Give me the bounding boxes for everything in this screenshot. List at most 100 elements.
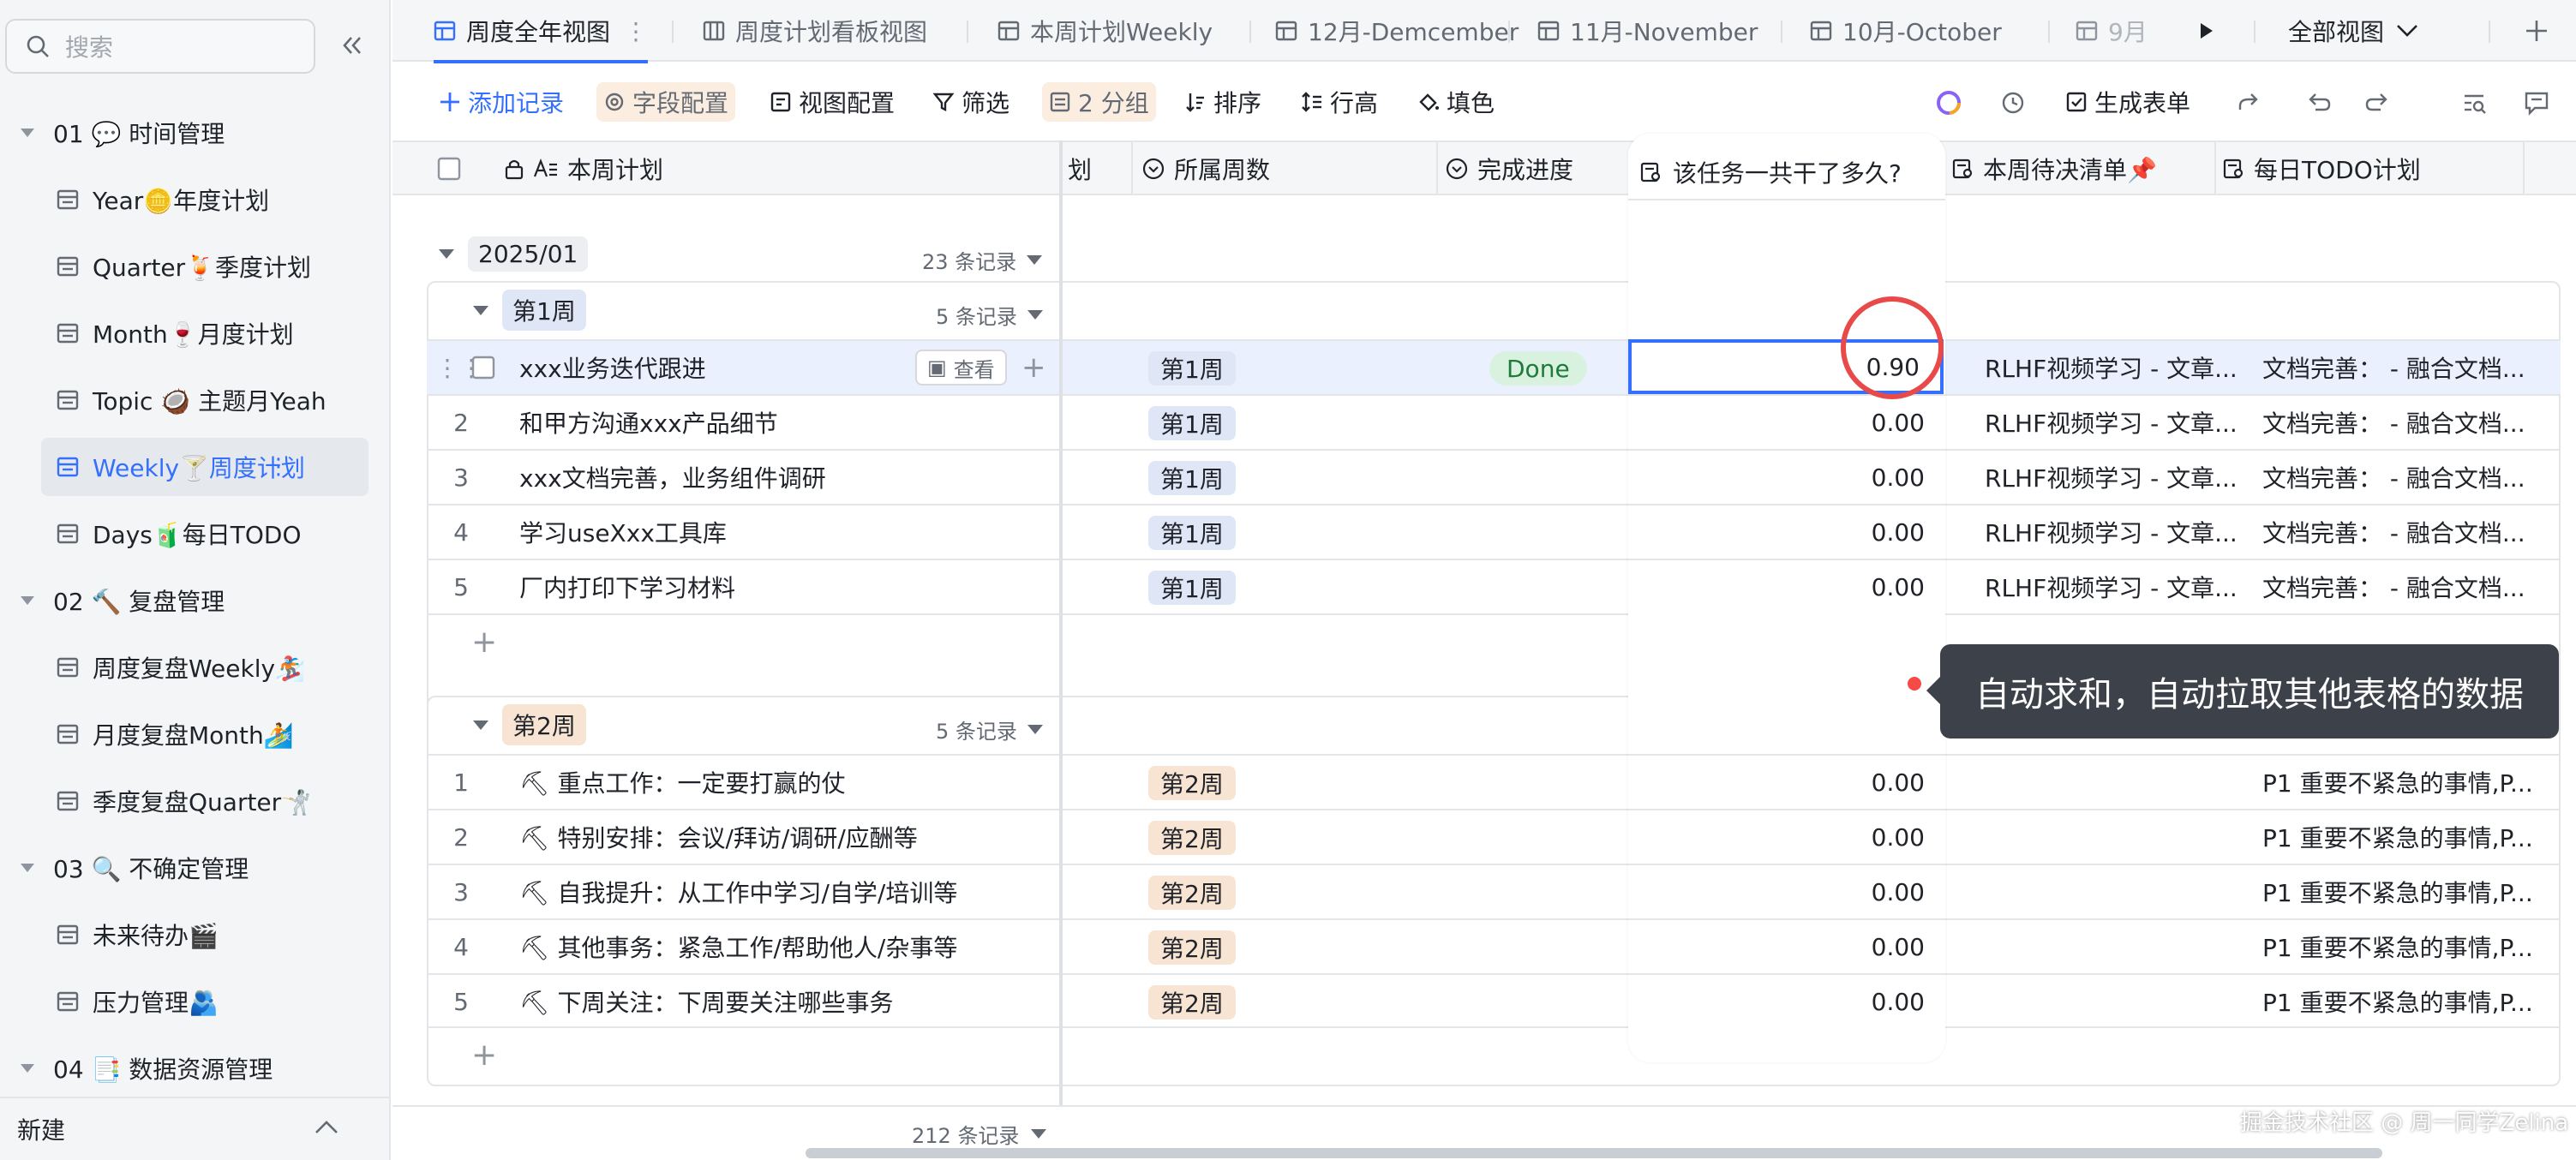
sidebar-item[interactable]: Year🪙年度计划 xyxy=(0,173,391,226)
duration-cell[interactable]: 0.00 xyxy=(1628,809,1945,864)
tab-weekly-year-view[interactable]: 周度全年视图 ⋮ xyxy=(434,0,649,63)
row-checkbox[interactable] xyxy=(471,341,495,394)
collapse-caret-icon[interactable] xyxy=(473,720,488,730)
week-tag[interactable]: 第2周 xyxy=(1148,766,1236,800)
duration-cell[interactable]: 0.00 xyxy=(1628,449,1945,504)
sort-button[interactable]: 排序 xyxy=(1177,82,1268,122)
folder-caret-icon[interactable] xyxy=(19,595,43,607)
week-tag[interactable]: 第1周 xyxy=(1148,351,1236,386)
duration-cell[interactable]: 0.00 xyxy=(1628,918,1945,973)
column-header-duration[interactable]: 该任务一共干了多久? xyxy=(1628,146,1945,200)
horizontal-scrollbar[interactable] xyxy=(806,1148,2382,1158)
search-input[interactable]: 搜索 xyxy=(5,19,315,74)
collapse-caret-icon[interactable] xyxy=(439,248,454,259)
sidebar-folder[interactable]: 01 💬 时间管理 xyxy=(0,106,391,159)
folder-caret-icon[interactable] xyxy=(19,862,43,874)
more-icon[interactable]: ⋮ xyxy=(267,454,290,480)
folder-caret-icon[interactable] xyxy=(19,127,43,139)
tab-september[interactable]: 9月 xyxy=(2076,0,2148,62)
table-row[interactable]: 3 ⛏ 自我提升：从工作中学习/自学/培训等 第2周 P1 重要不紧急的事情,P... xyxy=(427,864,2561,918)
column-header-progress[interactable]: 完成进度 xyxy=(1445,142,1573,195)
sidebar-item[interactable]: 月度复盘Month🏄 xyxy=(0,708,391,761)
week-group-header[interactable]: 第1周 xyxy=(473,283,586,338)
sidebar-item[interactable]: Weekly🍸周度计划 ⋮ xyxy=(0,438,391,496)
sidebar-item[interactable]: Month🍷月度计划 xyxy=(0,307,391,360)
pending-list-cell[interactable]: RLHF视频学习 - 文章... xyxy=(1985,560,2242,613)
generate-form-button[interactable]: 生成表单 xyxy=(2058,82,2197,122)
add-view-icon[interactable] xyxy=(2525,0,2549,62)
add-subrecord-icon[interactable]: + xyxy=(1021,341,1046,394)
sidebar-folder[interactable]: 03 🔍 不确定管理 xyxy=(0,841,391,894)
duration-cell[interactable]: 0.00 xyxy=(1628,754,1945,809)
duration-cell[interactable]: 0.00 xyxy=(1628,394,1945,449)
group-menu-caret-icon[interactable] xyxy=(1027,725,1043,734)
field-config-button[interactable]: 字段配置 xyxy=(596,82,736,122)
daily-todo-cell[interactable]: 文档完善： - 融合文档... xyxy=(2262,396,2554,449)
row-title[interactable]: 厂内打印下学习材料 xyxy=(519,560,1033,613)
duration-cell[interactable]: 0.00 xyxy=(1628,504,1945,559)
sidebar-folder[interactable]: 04 📑 数据资源管理 xyxy=(0,1042,391,1095)
chevron-up-icon[interactable] xyxy=(314,1119,339,1136)
table-row[interactable]: 2 ⛏ 特别安排：会议/拜访/调研/应酬等 第2周 P1 重要不紧急的事情,P... xyxy=(427,809,2561,864)
table-row[interactable]: 5 厂内打印下学习材料 第1周 RLHF视频学习 - 文章... 文档完善： - 融合文… xyxy=(427,559,2561,613)
year-group-header[interactable]: 2025/01 xyxy=(439,226,589,281)
row-title[interactable]: 和甲方沟通xxx产品细节 xyxy=(519,396,1033,449)
sidebar-item[interactable]: Topic 🥥 主题月Yeah xyxy=(0,374,391,427)
week-tag[interactable]: 第2周 xyxy=(1148,930,1236,965)
sidebar-item[interactable]: Days🧃每日TODO xyxy=(0,507,391,560)
table-row[interactable]: 4 学习useXxx工具库 第1周 RLHF视频学习 - 文章... 文档完善： - 融… xyxy=(427,504,2561,559)
tab-weekly-plan[interactable]: 本周计划Weekly xyxy=(997,0,1213,62)
tab-december[interactable]: 12月-Demcember xyxy=(1275,0,1519,62)
tabs-scroll-right-icon[interactable] xyxy=(2199,0,2214,62)
redo-icon[interactable] xyxy=(2363,89,2391,117)
view-config-button[interactable]: 视图配置 xyxy=(763,82,902,122)
table-row[interactable]: 3 xxx文档完善，业务组件调研 第1周 RLHF视频学习 - 文章... 文档完善： … xyxy=(427,449,2561,504)
week-tag[interactable]: 第1周 xyxy=(1148,461,1236,495)
column-header-todo[interactable]: 每日TODO计划 xyxy=(2223,142,2421,195)
row-title[interactable]: ⛏ 特别安排：会议/拜访/调研/应酬等 xyxy=(519,810,1033,864)
sidebar-item[interactable]: 压力管理🫂 xyxy=(0,975,391,1028)
add-record-button[interactable]: 添加记录 xyxy=(432,82,571,122)
group-button[interactable]: 2 分组 xyxy=(1042,82,1156,122)
summary-caret-icon[interactable] xyxy=(1031,1129,1047,1139)
tab-more-icon[interactable]: ⋮ xyxy=(624,17,648,45)
daily-todo-cell[interactable]: 文档完善： - 融合文档... xyxy=(2262,560,2554,613)
table-row[interactable]: ⋮⋮ xxx业务迭代跟进 ▣ 查看 + 第1周 Done RLHF视频学习 - 文章... 文档… xyxy=(427,339,2561,394)
expand-record-button[interactable]: ▣ 查看 xyxy=(915,350,1007,386)
daily-todo-cell[interactable]: P1 重要不紧急的事情,P... xyxy=(2262,865,2554,918)
sidebar-folder[interactable]: 02 🔨 复盘管理 xyxy=(0,574,391,627)
sidebar-item[interactable]: Quarter🍹季度计划 xyxy=(0,240,391,293)
automation-icon[interactable] xyxy=(2000,89,2028,117)
ai-assistant-icon[interactable] xyxy=(1935,89,1962,117)
daily-todo-cell[interactable]: P1 重要不紧急的事情,P... xyxy=(2262,920,2554,973)
column-header-week[interactable]: 所属周数 xyxy=(1141,142,1270,195)
collapse-sidebar-icon[interactable] xyxy=(339,33,365,58)
new-button[interactable]: 新建 xyxy=(0,1097,391,1160)
group-menu-caret-icon[interactable] xyxy=(1027,310,1043,320)
table-row[interactable]: 1 ⛏ 重点工作：一定要打赢的仗 第2周 P1 重要不紧急的事情,P... xyxy=(427,754,2561,809)
tab-november[interactable]: 11月-November xyxy=(1537,0,1758,62)
pending-list-cell[interactable]: RLHF视频学习 - 文章... xyxy=(1985,396,2242,449)
daily-todo-cell[interactable]: 文档完善： - 融合文档... xyxy=(2262,451,2554,504)
row-title[interactable]: 学习useXxx工具库 xyxy=(519,505,1033,559)
pending-list-cell[interactable]: RLHF视频学习 - 文章... xyxy=(1985,451,2242,504)
row-title[interactable]: ⛏ 下周关注：下周要关注哪些事务 xyxy=(519,975,1033,1028)
group-menu-caret-icon[interactable] xyxy=(1027,255,1043,265)
duration-cell[interactable]: 0.00 xyxy=(1628,973,1945,1028)
table-row[interactable]: 2 和甲方沟通xxx产品细节 第1周 RLHF视频学习 - 文章... 文档完善： - … xyxy=(427,394,2561,449)
add-row-button[interactable]: + xyxy=(427,1026,2561,1081)
duration-cell[interactable]: 0.00 xyxy=(1628,864,1945,918)
week-tag[interactable]: 第2周 xyxy=(1148,876,1236,910)
pending-list-cell[interactable]: RLHF视频学习 - 文章... xyxy=(1985,505,2242,559)
daily-todo-cell[interactable]: P1 重要不紧急的事情,P... xyxy=(2262,810,2554,864)
undo-icon[interactable] xyxy=(2305,89,2333,117)
tab-october[interactable]: 10月-October xyxy=(1810,0,2002,62)
table-row[interactable]: 4 ⛏ 其他事务：紧急工作/帮助他人/杂事等 第2周 P1 重要不紧急的事情,P... xyxy=(427,918,2561,973)
filter-button[interactable]: 筛选 xyxy=(926,82,1016,122)
share-icon[interactable] xyxy=(2235,89,2262,117)
week-tag[interactable]: 第2周 xyxy=(1148,985,1236,1019)
sidebar-item[interactable]: 周度复盘Weekly🏂 xyxy=(0,641,391,694)
week-group-header[interactable]: 第2周 xyxy=(473,697,586,752)
all-views-dropdown[interactable]: 全部视图 xyxy=(2288,0,2429,62)
row-title[interactable]: xxx文档完善，业务组件调研 xyxy=(519,451,1033,504)
